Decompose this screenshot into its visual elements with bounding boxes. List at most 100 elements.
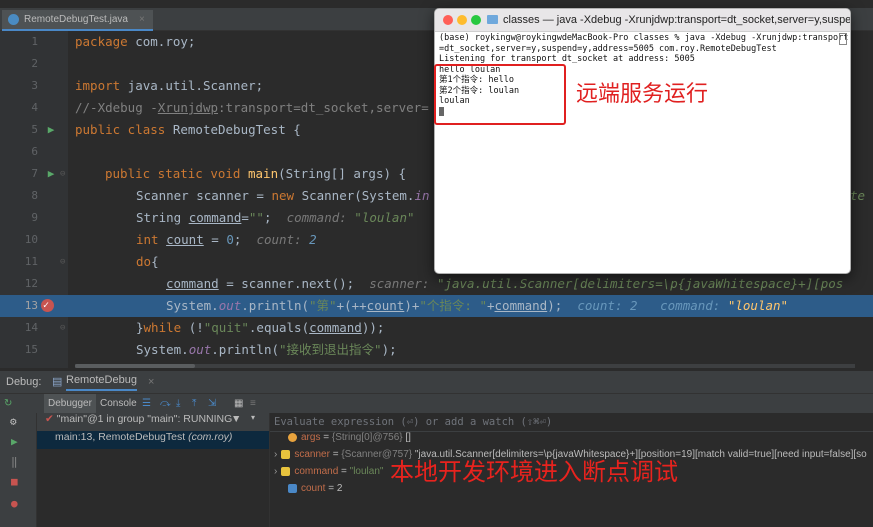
code-token: ; — [233, 232, 242, 247]
code-token: (String[] args) { — [278, 166, 407, 181]
close-window-icon[interactable] — [443, 15, 453, 25]
fold-icon[interactable]: ⊖ — [60, 317, 65, 339]
terminal-title: classes — java -Xdebug -Xrunjdwp:transpo… — [503, 14, 851, 26]
code-token: "quit" — [203, 320, 249, 335]
maximize-window-icon[interactable] — [471, 15, 481, 25]
tab-console[interactable]: Console — [100, 394, 137, 414]
terminal-line: =dt_socket,server=y,suspend=y,address=50… — [439, 43, 777, 54]
terminal-line: Listening for transport dt_socket at add… — [439, 54, 695, 64]
line-number: 4 — [31, 101, 38, 114]
code-token: "个指令: " — [419, 298, 487, 313]
code-token: out — [218, 298, 242, 313]
line-number: 13 — [24, 299, 38, 312]
code-token: Xrunjdwp — [157, 100, 219, 115]
code-token: java.util.Scanner; — [127, 78, 264, 93]
line-number: 7 — [31, 167, 38, 180]
code-token: package — [75, 34, 136, 49]
line-number: 1 — [31, 35, 38, 48]
inline-value: te — [850, 188, 866, 203]
code-token: .equals( — [248, 320, 310, 335]
code-token: com.roy; — [135, 34, 196, 49]
terminal-window[interactable]: classes — java -Xdebug -Xrunjdwp:transpo… — [434, 8, 851, 274]
code-token: ; — [263, 210, 272, 225]
horizontal-scrollbar[interactable] — [75, 364, 855, 368]
debug-config-icon: ▤ — [52, 376, 63, 388]
menu-icon[interactable]: ☰ — [142, 394, 151, 414]
editor-tab[interactable]: RemoteDebugTest.java × — [2, 10, 153, 31]
line-number: 9 — [31, 211, 38, 224]
code-token: command — [166, 276, 219, 291]
terminal-titlebar[interactable]: classes — java -Xdebug -Xrunjdwp:transpo… — [435, 9, 850, 32]
primitive-icon — [288, 483, 297, 493]
step-over-icon[interactable]: ⤼ — [160, 394, 171, 414]
tab-debugger[interactable]: Debugger — [44, 394, 96, 414]
breakpoints-icon[interactable]: ● — [11, 497, 18, 510]
close-icon[interactable]: × — [139, 10, 145, 29]
current-execution-line: 13 ✓ System.out.println("第"+(++count)+"个指令… — [0, 295, 873, 317]
code-token: Scanner scanner = — [136, 188, 272, 203]
chevron-right-icon[interactable]: › — [274, 449, 277, 460]
code-token: +(++ — [336, 298, 367, 313]
chevron-right-icon[interactable]: › — [274, 466, 277, 477]
inline-value: count: 2 — [577, 298, 638, 313]
code-token: import — [75, 78, 128, 93]
scrollbar-thumb[interactable] — [75, 364, 195, 368]
code-token: command — [494, 298, 548, 313]
variable-eq: = — [325, 483, 337, 494]
code-token: "" — [248, 210, 264, 225]
chevron-down-icon[interactable]: ▾ — [251, 413, 255, 422]
code-token: Scanner(System. — [301, 188, 415, 203]
filter-icon[interactable]: ▼ — [231, 413, 241, 425]
stack-frame[interactable]: main:13, RemoteDebugTest (com.roy) — [37, 431, 269, 449]
code-token: :transport=dt_socket,server= — [218, 100, 429, 115]
inline-value: command: — [286, 210, 355, 225]
code-line: 15 System.out.println("接收到退出指令"); — [0, 339, 873, 361]
pause-icon[interactable]: ‖ — [11, 455, 18, 468]
fold-icon[interactable]: ⊖ — [60, 251, 65, 273]
inline-value: scanner: — [369, 276, 437, 291]
line-number: 8 — [31, 189, 38, 202]
line-number: 11 — [24, 255, 38, 268]
inline-value: 2 — [309, 232, 317, 247]
run-to-cursor-icon[interactable]: ⇲ — [208, 394, 216, 414]
code-line: 14 ⊖}while (!"quit".equals(command)); — [0, 317, 873, 339]
step-out-icon[interactable]: ⤒ — [192, 394, 196, 414]
code-token: System. — [136, 342, 189, 357]
code-line: 12 command = scanner.next(); scanner: "ja… — [0, 273, 873, 295]
run-icon[interactable]: ▶ — [44, 163, 58, 185]
java-class-icon — [8, 14, 19, 25]
code-token: = — [241, 210, 249, 225]
thread-selector[interactable]: ✔ "main"@1 in group "main": RUNNING ▼ ▾ — [37, 413, 269, 431]
inline-value: count: — [256, 232, 310, 247]
variable-eq: = — [329, 449, 342, 460]
variable-name: command — [294, 466, 339, 477]
stop-icon[interactable]: ■ — [11, 475, 18, 488]
minimize-window-icon[interactable] — [457, 15, 467, 25]
debug-toolbar: ↻ Debugger Console ☰ ⤼ ⤓ ⤒ ⇲ ▦ ≡ — [0, 393, 873, 414]
code-token: public class — [75, 122, 173, 137]
code-token: //-Xdebug - — [75, 100, 158, 115]
variable-name: count — [301, 483, 326, 494]
evaluate-expression-input[interactable]: Evaluate expression (⏎) or add a watch (… — [270, 413, 873, 432]
run-icon[interactable]: ▶ — [44, 119, 58, 141]
variable-value: "loulan" — [349, 466, 384, 477]
variable-name: args — [301, 432, 321, 443]
debug-config-tab[interactable]: RemoteDebug — [66, 371, 137, 391]
code-token: RemoteDebugTest { — [172, 122, 301, 137]
code-token: = — [203, 232, 227, 247]
rerun-icon[interactable]: ↻ — [4, 394, 12, 414]
step-into-icon[interactable]: ⤓ — [176, 394, 180, 414]
code-token: do — [136, 254, 152, 269]
parameter-icon — [288, 432, 297, 442]
terminal-scroll-icon[interactable] — [839, 33, 847, 45]
check-icon: ✓ — [43, 300, 50, 311]
line-number: 6 — [31, 145, 38, 158]
resume-icon[interactable]: ▶ — [11, 435, 18, 448]
close-icon[interactable]: × — [148, 371, 154, 393]
fold-icon[interactable]: ⊖ — [60, 163, 65, 185]
wrench-icon[interactable]: ⚙ — [10, 415, 17, 428]
code-token: command — [309, 320, 362, 335]
settings-icon[interactable]: ≡ — [250, 394, 256, 414]
variable-row[interactable]: args = {String[0]@756} [] — [270, 432, 873, 449]
evaluate-icon[interactable]: ▦ — [234, 394, 243, 414]
